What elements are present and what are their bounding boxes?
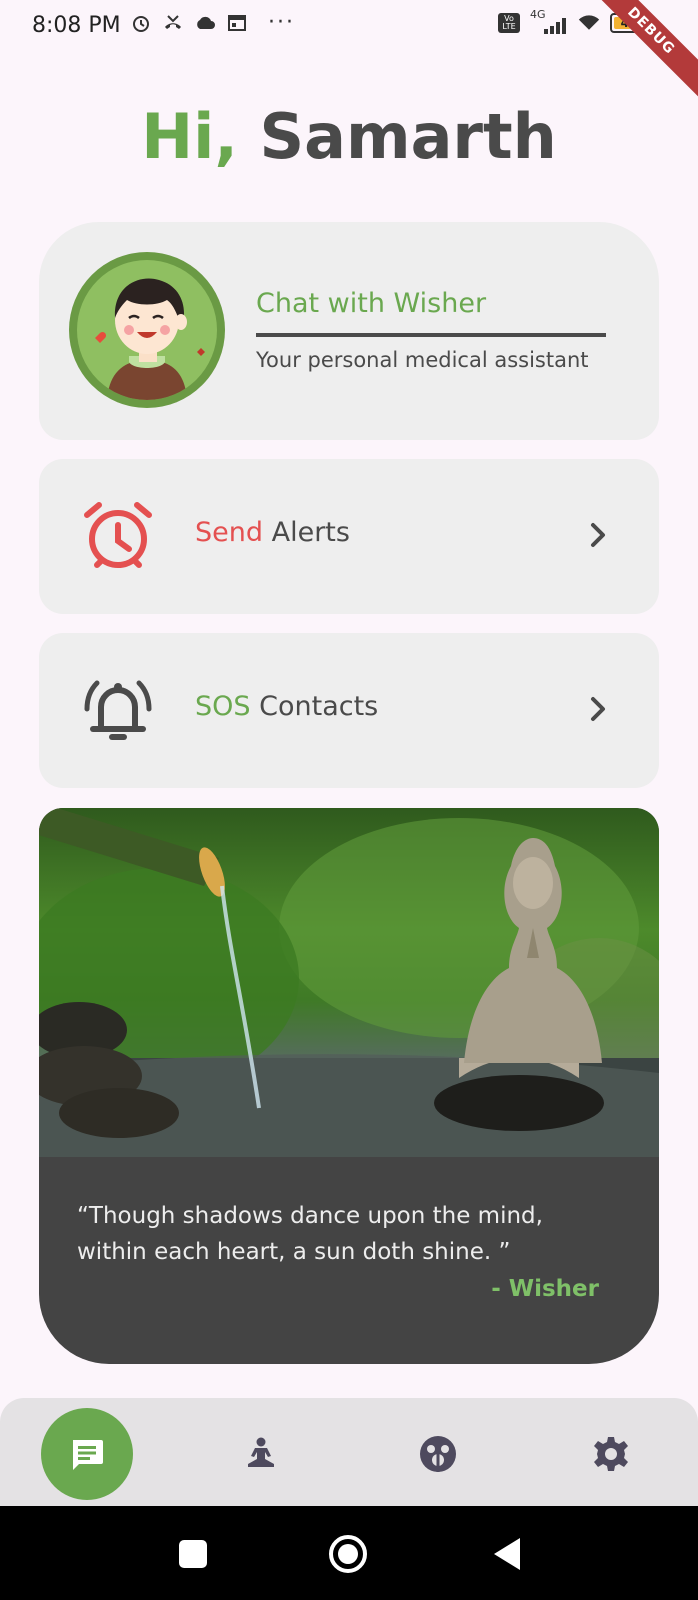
calendar-icon [226, 12, 248, 34]
sos-contacts-card[interactable]: SOS Contacts [39, 633, 659, 788]
avatar-illustration [95, 278, 205, 400]
status-time: 8:08 PM [32, 13, 121, 38]
alarm-icon [130, 12, 152, 34]
chevron-right-icon [591, 697, 605, 721]
send-alerts-card[interactable]: Send Alerts [39, 459, 659, 614]
send-alerts-rest: Alerts [271, 517, 350, 548]
system-navigation-bar [0, 1506, 698, 1600]
send-alerts-accent: Send [195, 517, 264, 548]
bottom-navigation [0, 1398, 698, 1506]
mood-icon [420, 1436, 456, 1472]
quote-card: “Though shadows dance upon the mind, wit… [39, 808, 659, 1364]
greeting-name: Samarth [259, 100, 557, 173]
quote-text: “Though shadows dance upon the mind, wit… [77, 1203, 543, 1265]
chat-subtitle: Your personal medical assistant [256, 348, 589, 372]
nav-meditation-button[interactable] [215, 1408, 307, 1500]
greeting: Hi, Samarth [0, 100, 698, 173]
missed-call-icon [162, 12, 184, 34]
recent-apps-button[interactable] [173, 1534, 213, 1574]
alarm-clock-icon [84, 502, 152, 568]
send-alerts-label: Send Alerts [195, 517, 350, 548]
chevron-right-icon [591, 523, 605, 547]
wisher-avatar [69, 252, 225, 408]
chat-title: Chat with Wisher [256, 288, 487, 319]
chat-title-underline [256, 333, 606, 337]
nav-mood-button[interactable] [392, 1408, 484, 1500]
avatar-background [77, 260, 217, 400]
sos-contacts-accent: SOS [195, 691, 251, 722]
nav-settings-button[interactable] [565, 1408, 657, 1500]
status-notification-icons [130, 12, 248, 34]
zen-scene-illustration [39, 808, 659, 1157]
more-notifications-icon: ··· [268, 10, 295, 35]
greeting-hi: Hi, [141, 100, 238, 173]
chat-icon [73, 1440, 103, 1470]
status-bar: 8:08 PM ··· Vo LTE 4G 49 DEBUG [0, 0, 698, 101]
settings-icon [594, 1437, 628, 1471]
meditation-icon [248, 1437, 274, 1467]
sos-contacts-rest: Contacts [259, 691, 379, 722]
bell-ringing-icon [84, 680, 152, 740]
nav-chat-button[interactable] [41, 1408, 133, 1500]
cloud-icon [194, 12, 216, 34]
signal-icon [544, 18, 566, 34]
signal-group: 4G [530, 8, 568, 34]
zen-garden-image [39, 808, 659, 1157]
sos-contacts-label: SOS Contacts [195, 691, 378, 722]
wifi-icon [578, 12, 600, 34]
back-button[interactable] [490, 1534, 530, 1574]
quote-author: - Wisher [491, 1276, 599, 1302]
home-button[interactable] [328, 1534, 368, 1574]
volte-icon: Vo LTE [498, 13, 520, 33]
chat-with-wisher-card[interactable]: Chat with Wisher Your personal medical a… [39, 222, 659, 440]
